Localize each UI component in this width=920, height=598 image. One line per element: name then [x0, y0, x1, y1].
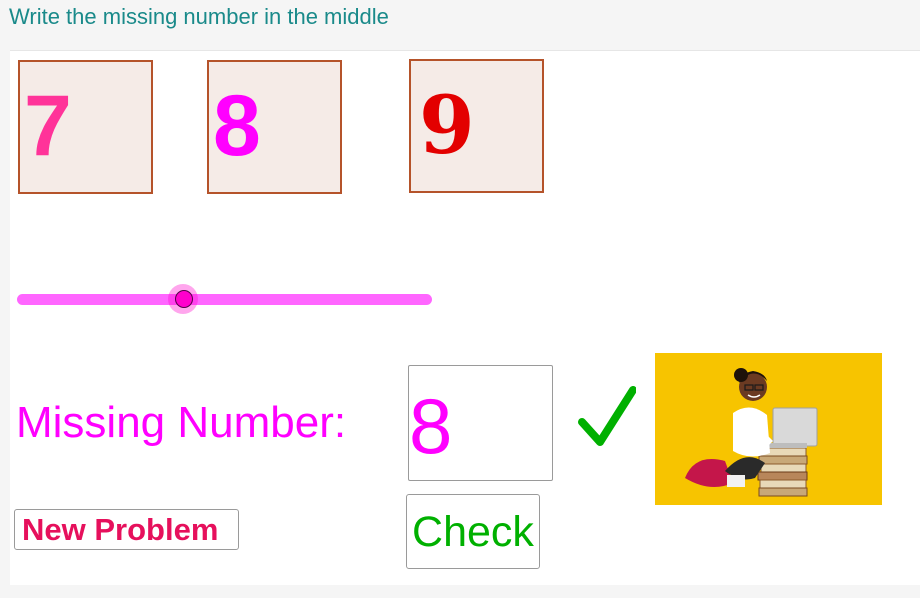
number-box-first: 7	[18, 60, 153, 194]
girl-with-laptop-image	[655, 353, 882, 505]
slider-handle[interactable]	[175, 290, 193, 308]
number-last: 9	[419, 78, 475, 172]
answer-input[interactable]: 8	[408, 365, 553, 481]
missing-number-label: Missing Number:	[16, 398, 347, 447]
number-middle: 8	[213, 78, 261, 174]
check-button[interactable]: Check	[406, 494, 540, 569]
number-box-last: 9	[409, 59, 544, 193]
number-box-middle: 8	[207, 60, 342, 194]
checkmark-icon	[578, 386, 636, 446]
slider-track[interactable]	[17, 294, 432, 305]
answer-value: 8	[409, 382, 453, 470]
new-problem-button[interactable]: New Problem	[14, 509, 239, 550]
page-title: Write the missing number in the middle	[9, 4, 389, 29]
number-first: 7	[24, 78, 72, 174]
